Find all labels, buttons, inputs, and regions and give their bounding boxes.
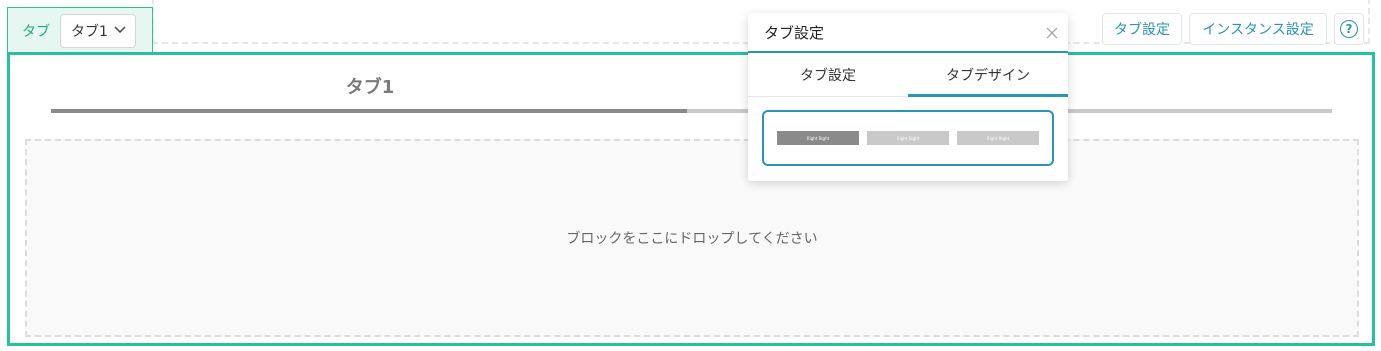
tab-title[interactable]: タブ1 [340,73,400,99]
drop-zone-placeholder: ブロックをここにドロップしてください [566,231,818,247]
chevron-down-icon [113,22,127,40]
instance-settings-button[interactable]: インスタンス設定 [1189,13,1327,45]
tab-block-container: タブ1 ブロックをここにドロップしてください [7,52,1375,346]
design-preview-tab: Right Right [777,131,859,145]
tab-select-dropdown[interactable]: タブ1 [60,13,136,48]
tab-settings-popup: タブ設定 タブ設定 タブデザイン Right Right Right Right… [748,13,1068,181]
popup-tabs: タブ設定 タブデザイン [748,53,1068,97]
tab-block-label-text: タブ [22,23,50,40]
popup-title: タブ設定 [764,23,825,42]
tab-select-value: タブ1 [71,23,108,40]
tab-design-option[interactable]: Right Right Right Right Right Right [762,110,1054,166]
help-button[interactable]: ? [1334,13,1364,45]
design-preview-tab: Right Right [957,131,1039,145]
tab-bar-active-indicator [51,109,687,113]
block-drop-zone[interactable]: ブロックをここにドロップしてください [25,139,1359,337]
tab-block-label: タブ タブ1 [7,7,153,53]
tab-settings-tab[interactable]: タブ設定 [748,53,908,96]
close-icon[interactable] [1044,25,1060,41]
design-preview-tab: Right Right [867,131,949,145]
help-icon: ? [1340,20,1358,38]
popup-header: タブ設定 [748,13,1068,53]
tab-settings-button[interactable]: タブ設定 [1102,13,1182,45]
tab-design-tab[interactable]: タブデザイン [908,53,1068,97]
